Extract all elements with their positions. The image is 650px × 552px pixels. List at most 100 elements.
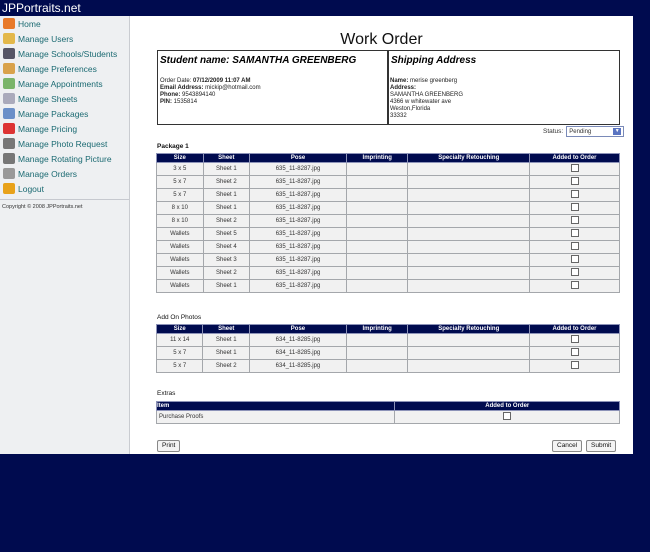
table-row: 8 x 10 Sheet 2 635_11-8287.jpg	[156, 214, 620, 228]
added-to-order-checkbox[interactable]	[570, 203, 579, 211]
ship-address-line4: 33332	[390, 113, 407, 119]
sidebar-item-manage-photo-request[interactable]: Manage Photo Request	[0, 136, 129, 151]
table-cell: 635_11-8287.jpg	[249, 227, 347, 241]
added-to-order-checkbox[interactable]	[570, 164, 579, 172]
table-row: 11 x 14 Sheet 1 634_11-8285.jpg	[155, 333, 620, 347]
added-to-order-cell	[529, 346, 620, 360]
table-row: 5 x 7 Sheet 1 634_11-8285.jpg	[155, 346, 620, 360]
added-to-order-checkbox[interactable]	[570, 348, 579, 356]
table-cell: 11 x 14	[155, 333, 204, 347]
added-to-order-checkbox[interactable]	[570, 361, 579, 369]
table-cell-empty	[345, 188, 409, 202]
sidebar-item-label: Manage Sheets	[18, 93, 78, 104]
ship-address-label: Address:	[390, 85, 417, 91]
students-icon	[3, 48, 15, 59]
table-cell: Wallets	[156, 253, 204, 267]
sidebar-item-label: Manage Appointments	[18, 78, 103, 89]
table-row: 3 x 5 Sheet 1 635_11-8287.jpg	[156, 162, 620, 176]
submit-button[interactable]: Submit	[586, 440, 617, 452]
table-row: Wallets Sheet 2 635_11-8287.jpg	[156, 266, 620, 280]
sidebar: Home Manage Users Manage Schools/Students M…	[0, 16, 130, 454]
sidebar-item-manage-sheets[interactable]: Manage Sheets	[0, 91, 129, 106]
home-icon	[3, 18, 15, 29]
added-to-order-checkbox[interactable]	[570, 229, 579, 237]
chevron-down-icon[interactable]: ▼	[613, 128, 622, 135]
added-to-order-checkbox[interactable]	[503, 412, 512, 420]
table-header-row: Item Added to Order	[155, 401, 620, 411]
table-cell: Wallets	[156, 227, 204, 241]
added-to-order-checkbox[interactable]	[570, 177, 579, 185]
table-cell: Sheet 2	[202, 266, 251, 280]
table-cell-empty	[407, 253, 531, 267]
sidebar-item-manage-orders[interactable]: Manage Orders	[0, 166, 129, 181]
sidebar-item-label: Logout	[18, 183, 44, 194]
sidebar-item-manage-packages[interactable]: Manage Packages	[0, 106, 129, 121]
column-header: Item	[155, 401, 396, 411]
student-name-heading: Student name: SAMANTHA GREENBERG	[160, 55, 357, 66]
table-cell: 8 x 10	[156, 201, 204, 215]
table-cell: 634_11-8285.jpg	[249, 359, 347, 373]
table-cell: Sheet 2	[202, 359, 251, 373]
sidebar-item-label: Manage Rotating Picture	[18, 153, 112, 164]
added-to-order-checkbox[interactable]	[570, 242, 579, 250]
table-cell: Sheet 2	[202, 175, 251, 189]
table-cell-empty	[345, 333, 409, 347]
print-button[interactable]: Print	[157, 440, 181, 452]
table-cell-empty	[407, 162, 531, 176]
added-to-order-checkbox[interactable]	[570, 281, 579, 289]
shipping-address-heading: Shipping Address	[391, 55, 477, 66]
orders-icon	[3, 168, 15, 179]
sidebar-nav: Home Manage Users Manage Schools/Students M…	[0, 16, 129, 196]
table-cell: Sheet 1	[202, 279, 251, 293]
table-cell-empty	[345, 253, 409, 267]
table-cell: 635_11-8287.jpg	[249, 266, 347, 280]
added-to-order-checkbox[interactable]	[570, 190, 579, 198]
table-cell: 635_11-8287.jpg	[249, 253, 347, 267]
table-cell: Sheet 1	[202, 333, 251, 347]
table-cell-empty	[345, 214, 409, 228]
sidebar-item-label: Manage Preferences	[18, 63, 97, 74]
status-selected-value: Pending	[569, 128, 592, 135]
table-cell-empty	[407, 175, 531, 189]
sidebar-item-manage-appointments[interactable]: Manage Appointments	[0, 76, 129, 91]
table-row: Purchase Proofs	[155, 410, 620, 424]
table-cell-empty	[407, 333, 531, 347]
column-header: Imprinting	[345, 324, 409, 334]
table-cell-empty	[407, 214, 531, 228]
sidebar-item-manage-users[interactable]: Manage Users	[0, 31, 129, 46]
cancel-button[interactable]: Cancel	[552, 440, 583, 452]
sidebar-item-home[interactable]: Home	[0, 16, 129, 31]
added-to-order-cell	[529, 162, 620, 176]
added-to-order-checkbox[interactable]	[570, 255, 579, 263]
users-icon	[3, 33, 15, 44]
sidebar-item-label: Manage Schools/Students	[18, 48, 118, 59]
added-to-order-checkbox[interactable]	[570, 216, 579, 224]
added-to-order-cell	[529, 175, 620, 189]
added-to-order-cell	[394, 410, 620, 424]
added-to-order-checkbox[interactable]	[570, 335, 579, 343]
table-row: Wallets Sheet 3 635_11-8287.jpg	[156, 253, 620, 267]
added-to-order-checkbox[interactable]	[570, 268, 579, 276]
table-cell: Sheet 3	[202, 253, 251, 267]
status-select[interactable]: Pending ▼	[566, 126, 625, 137]
sidebar-item-manage-preferences[interactable]: Manage Preferences	[0, 61, 129, 76]
column-header: Sheet	[202, 324, 251, 334]
main-content: Work Order Student name: SAMANTHA GREENB…	[130, 16, 633, 454]
pin-value: 1535814	[173, 99, 198, 105]
sidebar-item-manage-rotating-picture[interactable]: Manage Rotating Picture	[0, 151, 129, 166]
table-cell: 635_11-8287.jpg	[249, 162, 347, 176]
pin-label: PIN:	[160, 99, 172, 105]
column-header: Size	[155, 324, 204, 334]
table-cell: Sheet 1	[202, 201, 251, 215]
table-cell-empty	[345, 346, 409, 360]
logout-icon	[3, 183, 15, 194]
table-cell: 634_11-8285.jpg	[249, 346, 347, 360]
student-details: Order Date: 07/12/2009 11:07 AM Email Ad…	[158, 66, 387, 106]
sidebar-item-logout[interactable]: Logout	[0, 181, 129, 196]
table-cell: Sheet 1	[202, 346, 251, 360]
sidebar-item-manage-schools-students[interactable]: Manage Schools/Students	[0, 46, 129, 61]
table-cell: Wallets	[156, 240, 204, 254]
table-cell: 635_11-8287.jpg	[249, 240, 347, 254]
sidebar-item-manage-pricing[interactable]: Manage Pricing	[0, 121, 129, 136]
table-row: 5 x 7 Sheet 2 634_11-8285.jpg	[155, 359, 620, 373]
